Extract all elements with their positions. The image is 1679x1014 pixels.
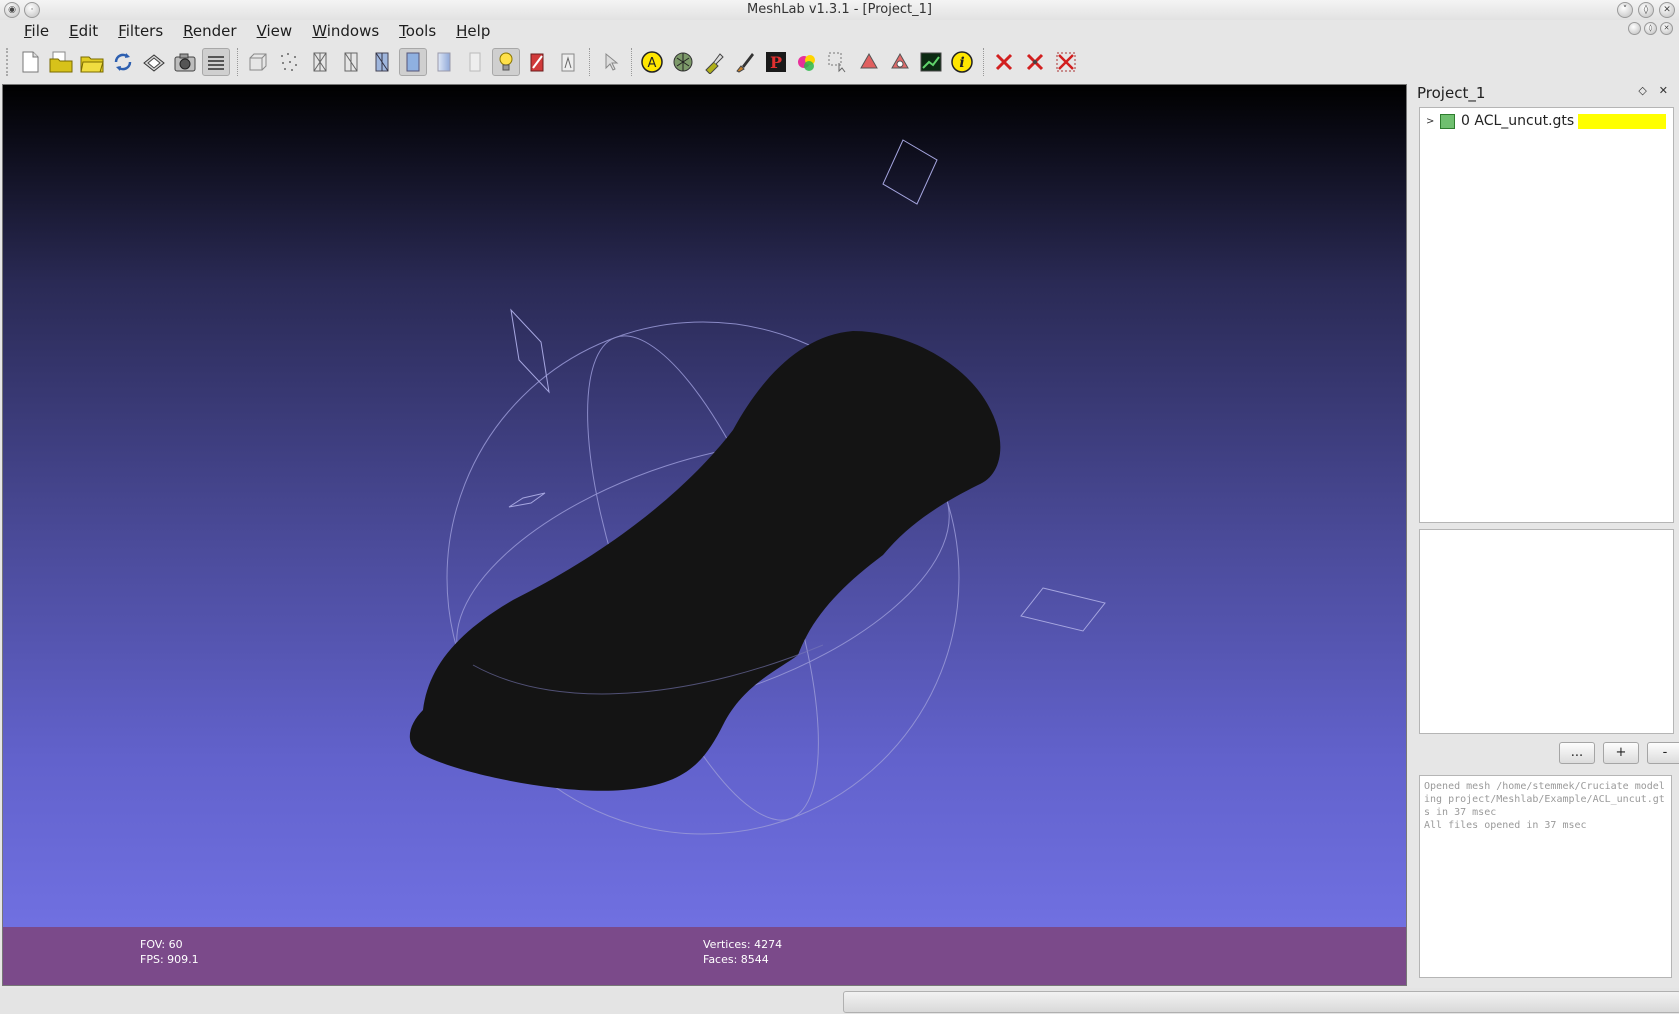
- select-vertices-icon[interactable]: [855, 48, 883, 76]
- more-button[interactable]: ...: [1559, 742, 1595, 764]
- menu-filters[interactable]: Filters: [108, 20, 173, 42]
- marker-top: [882, 139, 938, 205]
- layer-dialog: Project_1 ◇ ✕ > 0 ACL_uncut.gts ... + - …: [1414, 84, 1679, 984]
- 3d-viewport[interactable]: FOV: 60 FPS: 909.1 Vertices: 4274 Faces:…: [2, 84, 1407, 986]
- color-paint-icon[interactable]: [793, 48, 821, 76]
- toolbar-separator: [237, 48, 240, 76]
- close-icon[interactable]: ✕: [1659, 2, 1675, 18]
- mdi-controls: ◊ ✕: [1628, 22, 1673, 35]
- app-menu-icon[interactable]: ◉: [4, 2, 20, 18]
- menu-view[interactable]: View: [247, 20, 303, 42]
- bbox-icon[interactable]: [244, 48, 272, 76]
- remove-button[interactable]: -: [1647, 742, 1679, 764]
- window-title: MeshLab v1.3.1 - [Project_1]: [747, 2, 932, 17]
- brush-icon[interactable]: [731, 48, 759, 76]
- main-toolbar: A P i: [6, 44, 1666, 80]
- mdi-minimize-icon[interactable]: [1628, 22, 1641, 35]
- marker-left: [510, 308, 550, 394]
- reload-icon[interactable]: [109, 48, 137, 76]
- marker-right: [1020, 587, 1106, 632]
- select-icon[interactable]: [596, 48, 624, 76]
- menu-help[interactable]: Help: [446, 20, 500, 42]
- close-panel-icon[interactable]: ✕: [1659, 84, 1668, 97]
- smooth-icon[interactable]: [430, 48, 458, 76]
- fps-label: FPS: 909.1: [140, 953, 199, 966]
- new-project-icon[interactable]: [16, 48, 44, 76]
- panel-splitter[interactable]: [1407, 84, 1412, 984]
- svg-text:A: A: [648, 56, 657, 71]
- maximize-icon[interactable]: ◊: [1638, 2, 1654, 18]
- open-mesh-icon[interactable]: [78, 48, 106, 76]
- normals-icon[interactable]: [554, 48, 582, 76]
- expand-chevron-icon[interactable]: >: [1426, 116, 1440, 127]
- toolbar-grip[interactable]: [6, 48, 12, 76]
- annotation-icon[interactable]: A: [638, 48, 666, 76]
- render-stats: FOV: 60 FPS: 909.1: [140, 937, 199, 967]
- flat-icon[interactable]: [399, 48, 427, 76]
- log-window: Opened mesh /home/stemmek/Cruciate model…: [1419, 775, 1672, 978]
- layer-label: 0 ACL_uncut.gts: [1461, 113, 1575, 129]
- panel-controls: ◇ ✕: [1638, 84, 1668, 97]
- menu-tools[interactable]: Tools: [389, 20, 446, 42]
- layer-detail-pane: [1419, 529, 1674, 734]
- hidden-lines-icon[interactable]: [337, 48, 365, 76]
- lighting-icon[interactable]: [492, 48, 520, 76]
- add-button[interactable]: +: [1603, 742, 1639, 764]
- paint-icon[interactable]: [700, 48, 728, 76]
- float-panel-icon[interactable]: ◇: [1638, 84, 1646, 97]
- menu-edit[interactable]: Edit: [59, 20, 108, 42]
- info-overlay: FOV: 60 FPS: 909.1 Vertices: 4274 Faces:…: [3, 927, 1406, 985]
- menu-bar: File Edit Filters Render View Windows To…: [14, 20, 500, 42]
- delete-faces-icon[interactable]: [990, 48, 1018, 76]
- menu-file[interactable]: File: [14, 20, 59, 42]
- menu-render[interactable]: Render: [173, 20, 246, 42]
- mesh-stats: Vertices: 4274 Faces: 8544: [703, 937, 782, 967]
- log-line: Opened mesh /home/stemmek/Cruciate model…: [1424, 781, 1665, 818]
- delete-selection-icon[interactable]: [1052, 48, 1080, 76]
- toolbar-separator: [631, 48, 634, 76]
- save-icon[interactable]: [140, 48, 168, 76]
- points-icon[interactable]: [275, 48, 303, 76]
- pick-points-icon[interactable]: P: [762, 48, 790, 76]
- raster-icon[interactable]: [917, 48, 945, 76]
- fov-label: FOV: 60: [140, 938, 183, 951]
- wireframe-icon[interactable]: [306, 48, 334, 76]
- manipulator-icon[interactable]: [669, 48, 697, 76]
- horizontal-scrollbar[interactable]: [843, 991, 1679, 1013]
- faces-label: Faces: 8544: [703, 953, 769, 966]
- flat-lines-icon[interactable]: [368, 48, 396, 76]
- panel-buttons: ... + -: [1559, 742, 1679, 764]
- select-connected-icon[interactable]: [886, 48, 914, 76]
- toolbar-separator: [589, 48, 592, 76]
- layer-row[interactable]: > 0 ACL_uncut.gts: [1426, 113, 1666, 129]
- color-mode-icon[interactable]: [523, 48, 551, 76]
- vertices-label: Vertices: 4274: [703, 938, 783, 951]
- info-icon[interactable]: i: [948, 48, 976, 76]
- snapshot-icon[interactable]: [171, 48, 199, 76]
- toolbar-separator: [983, 48, 986, 76]
- layer-tree[interactable]: > 0 ACL_uncut.gts: [1419, 107, 1674, 523]
- scene-canvas[interactable]: [3, 85, 1406, 985]
- texture-icon[interactable]: [461, 48, 489, 76]
- mdi-restore-icon[interactable]: ◊: [1644, 22, 1657, 35]
- marker-small: [508, 492, 546, 508]
- title-bar: ◉ · MeshLab v1.3.1 - [Project_1] ˅ ◊ ✕: [0, 0, 1679, 20]
- layers-icon[interactable]: [202, 48, 230, 76]
- window-pin-icon[interactable]: ·: [24, 2, 40, 18]
- minimize-icon[interactable]: ˅: [1617, 2, 1633, 18]
- open-project-icon[interactable]: [47, 48, 75, 76]
- delete-vertices-icon[interactable]: [1021, 48, 1049, 76]
- log-line: All files opened in 37 msec: [1424, 820, 1587, 831]
- svg-text:i: i: [959, 55, 964, 71]
- visibility-eye-icon[interactable]: [1440, 113, 1455, 129]
- mdi-close-icon[interactable]: ✕: [1660, 22, 1673, 35]
- layer-color-swatch: [1578, 113, 1666, 129]
- svg-text:P: P: [770, 53, 782, 72]
- panel-title: Project_1: [1417, 84, 1486, 102]
- menu-windows[interactable]: Windows: [302, 20, 389, 42]
- select-faces-icon[interactable]: [824, 48, 852, 76]
